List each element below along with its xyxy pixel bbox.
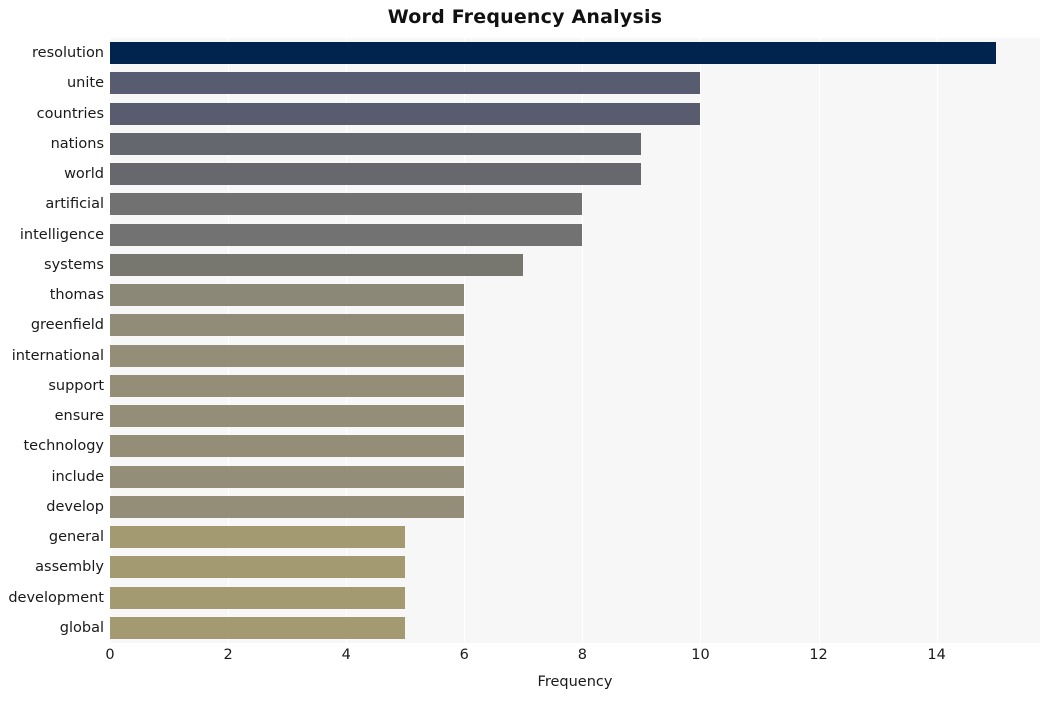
bar-ensure[interactable] [110, 405, 465, 428]
bar-global[interactable] [110, 616, 406, 639]
bar-develop[interactable] [110, 495, 465, 518]
x-tick-label-12: 12 [809, 647, 828, 663]
gridline [464, 38, 466, 643]
y-tick-label-global: global [59, 619, 104, 636]
y-axis: resolution unite countries nations world arti… [0, 38, 104, 643]
word-frequency-chart: Word Frequency Analysis resolution unite c… [0, 0, 1050, 701]
y-tick-label-systems: systems [44, 256, 104, 273]
y-tick-label-assembly: assembly [35, 559, 104, 576]
x-axis-title: Frequency [537, 674, 613, 690]
y-tick-label-artificial: artificial [45, 196, 104, 213]
bar-technology[interactable] [110, 435, 465, 458]
bar-general[interactable] [110, 526, 406, 549]
chart-title: Word Frequency Analysis [387, 6, 663, 28]
gridline [228, 38, 230, 643]
gridline [582, 38, 584, 643]
y-tick-label-intelligence: intelligence [19, 226, 104, 243]
y-tick-label-support: support [48, 377, 104, 394]
x-axis: 0 2 4 6 8 10 12 14 [105, 643, 1040, 673]
gridline [936, 38, 938, 643]
gridline [818, 38, 820, 643]
y-tick-label-nations: nations [50, 135, 104, 152]
gridline [110, 38, 111, 643]
bar-assembly[interactable] [110, 556, 406, 579]
y-tick-label-countries: countries [36, 105, 104, 122]
y-tick-label-develop: develop [46, 498, 104, 515]
y-tick-label-world: world [64, 166, 104, 182]
bar-resolution[interactable] [110, 42, 996, 65]
bar-greenfield[interactable] [110, 314, 465, 337]
bar-systems[interactable] [110, 253, 524, 276]
y-tick-label-development: development [8, 589, 104, 606]
gridline [346, 38, 348, 643]
x-tick-label-4: 4 [341, 647, 351, 663]
bar-development[interactable] [110, 586, 406, 609]
y-tick-label-international: international [11, 347, 104, 364]
bar-artificial[interactable] [110, 193, 583, 216]
x-tick-label-14: 14 [927, 647, 946, 663]
bar-unite[interactable] [110, 72, 701, 95]
y-tick-label-general: general [48, 529, 104, 545]
y-tick-label-include: include [51, 468, 104, 485]
y-tick-label-resolution: resolution [32, 45, 104, 61]
x-tick-label-2: 2 [223, 647, 233, 663]
x-tick-label-10: 10 [691, 647, 710, 663]
x-tick-label-8: 8 [577, 647, 587, 663]
bar-nations[interactable] [110, 132, 642, 155]
bar-intelligence[interactable] [110, 223, 583, 246]
gridline [700, 38, 702, 643]
y-tick-label-unite: unite [66, 75, 104, 92]
bar-world[interactable] [110, 163, 642, 186]
y-tick-label-technology: technology [23, 438, 104, 455]
y-tick-label-greenfield: greenfield [30, 317, 104, 334]
bar-international[interactable] [110, 344, 465, 367]
bar-countries[interactable] [110, 102, 701, 125]
x-tick-label-6: 6 [459, 647, 469, 663]
bar-include[interactable] [110, 465, 465, 488]
x-tick-label-0: 0 [105, 647, 115, 663]
bar-thomas[interactable] [110, 284, 465, 307]
y-tick-label-ensure: ensure [54, 408, 104, 424]
plot-area [110, 38, 1040, 643]
bar-support[interactable] [110, 374, 465, 397]
y-tick-label-thomas: thomas [49, 287, 104, 303]
